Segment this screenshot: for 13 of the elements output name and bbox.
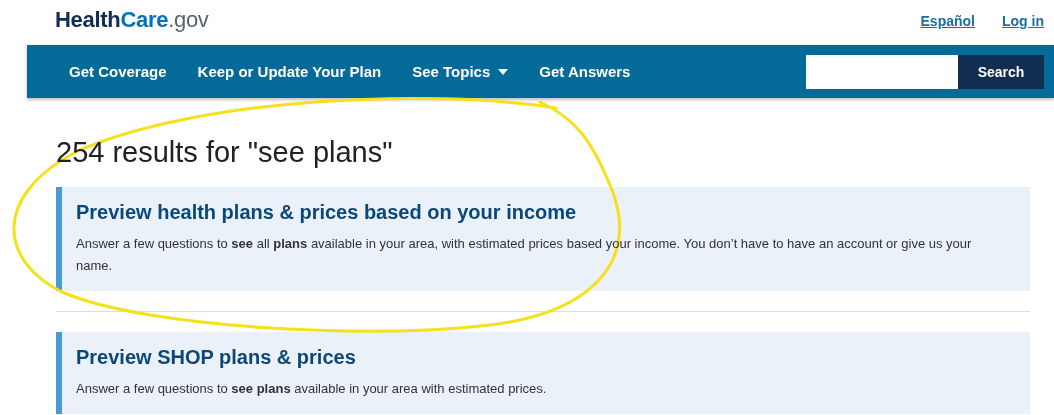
site-logo[interactable]: HealthCare.gov [55,6,209,33]
caret-icon [498,68,509,75]
header-link[interactable]: Español [920,12,975,29]
search-button[interactable]: Search [958,54,1044,89]
result-title[interactable]: Preview health plans & prices based on your income [76,201,577,224]
nav-link[interactable]: Keep or Update Your Plan [197,63,382,80]
search-field[interactable] [806,54,958,89]
result-title[interactable]: Preview SHOP plans & prices [76,346,356,369]
nav-link[interactable]: Get Answers [539,63,631,80]
result-description: Answer a few questions to see plans available in your area with estimated prices. [76,380,548,398]
nav-link[interactable]: Get Coverage [69,63,167,80]
nav-link[interactable]: See Topics [412,63,509,80]
header-link[interactable]: Log in [1002,12,1044,29]
